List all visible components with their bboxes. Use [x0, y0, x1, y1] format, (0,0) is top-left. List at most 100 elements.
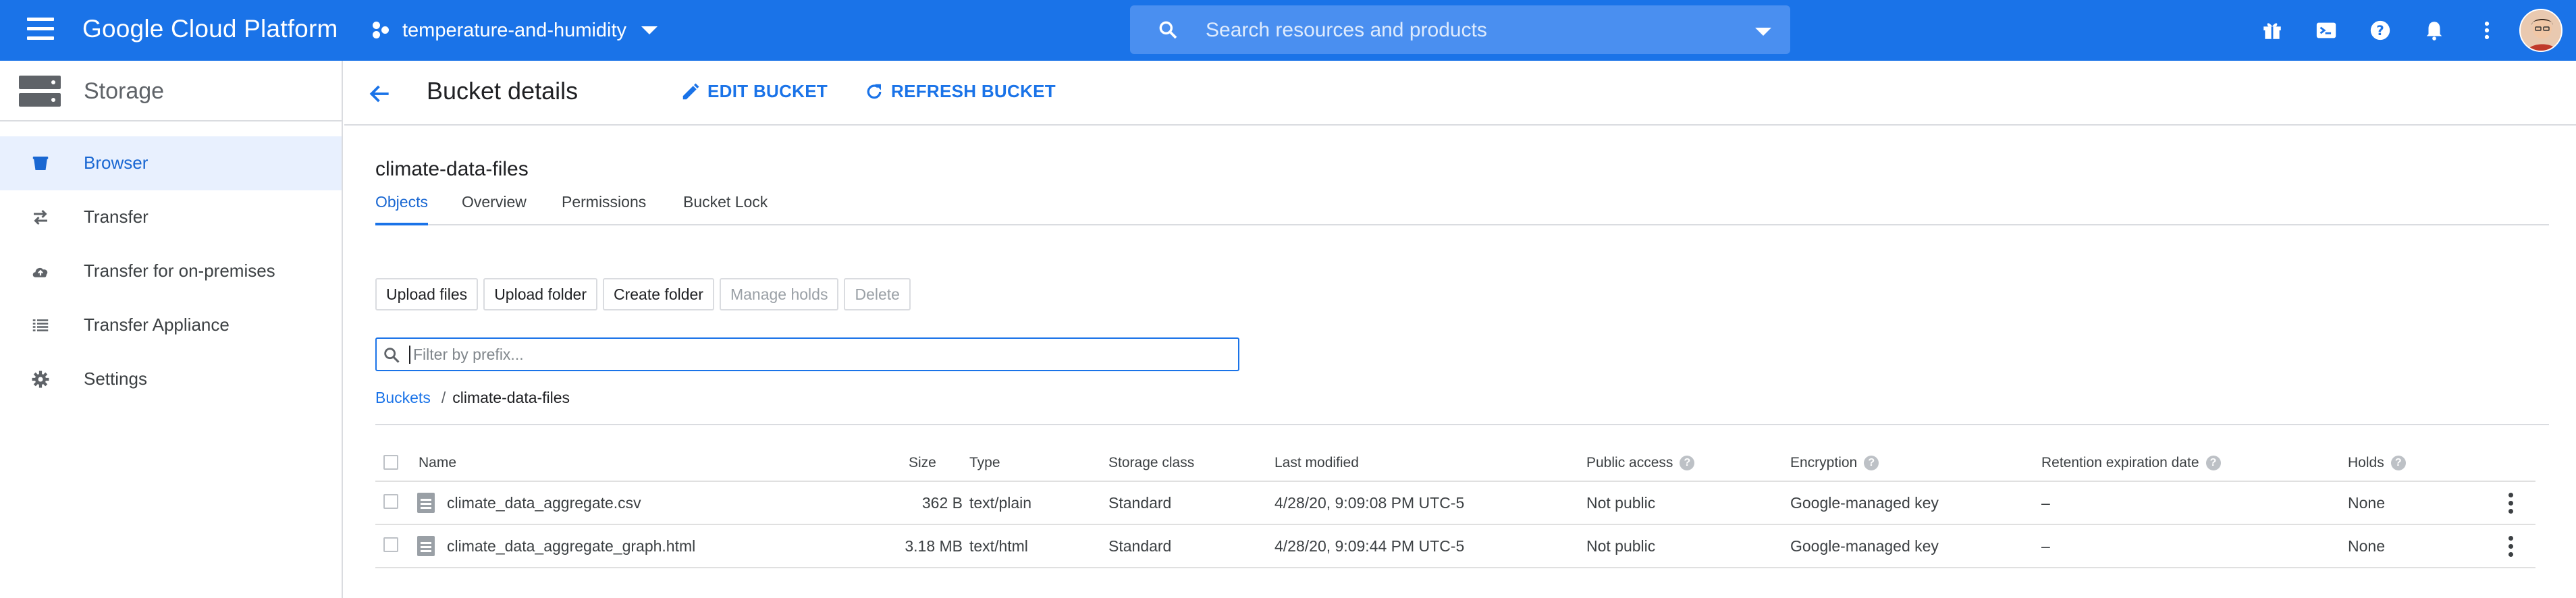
search-bar[interactable]: Search resources and products	[1130, 5, 1790, 54]
object-encryption: Google-managed key	[1790, 537, 1939, 555]
table-header-row: Name Size Type Storage class Last modifi…	[375, 447, 2535, 482]
more-vert-icon[interactable]	[2472, 16, 2502, 45]
column-label: Encryption	[1790, 455, 1858, 470]
object-public-access: Not public	[1586, 494, 1656, 512]
object-retention: –	[2041, 494, 2050, 512]
upload-files-button[interactable]: Upload files	[375, 278, 479, 310]
sidebar-item-label: Settings	[84, 369, 147, 389]
object-toolbar: Upload files Upload folder Create folder…	[375, 278, 916, 310]
sidebar-item-label: Browser	[84, 153, 149, 173]
filter-placeholder: Filter by prefix...	[409, 346, 524, 364]
brand-title[interactable]: Google Cloud Platform	[82, 15, 338, 43]
tab-overview[interactable]: Overview	[462, 193, 527, 225]
file-icon	[417, 536, 435, 556]
help-icon[interactable]: ?	[1864, 456, 1879, 471]
cloud-shell-icon[interactable]	[2311, 16, 2341, 45]
help-icon[interactable]: ?	[2365, 16, 2395, 45]
search-dropdown-icon[interactable]	[1755, 28, 1771, 36]
edit-bucket-label: EDIT BUCKET	[707, 81, 828, 101]
bucket-icon	[30, 153, 51, 174]
sidebar-title: Storage	[84, 78, 165, 104]
back-arrow-icon[interactable]	[367, 81, 393, 107]
breadcrumb-current: climate-data-files	[452, 389, 570, 406]
breadcrumb-separator: /	[441, 389, 446, 406]
tab-permissions[interactable]: Permissions	[562, 193, 646, 225]
gift-icon[interactable]	[2257, 16, 2287, 45]
sidebar-item-settings[interactable]: Settings	[0, 352, 342, 406]
column-label: Holds	[2348, 455, 2384, 470]
object-retention: –	[2041, 537, 2050, 555]
filter-input[interactable]: Filter by prefix...	[375, 337, 1239, 371]
breadcrumb-buckets-link[interactable]: Buckets	[375, 389, 431, 407]
object-size: 3.18 MB	[905, 537, 963, 555]
sidebar: Storage Browser Transfer Transfer for on…	[0, 61, 343, 598]
sidebar-item-label: Transfer	[84, 207, 149, 227]
tab-bar: Objects Overview Permissions Bucket Lock	[375, 193, 2549, 225]
row-checkbox[interactable]	[383, 494, 398, 509]
sidebar-item-browser[interactable]: Browser	[0, 136, 342, 190]
object-last-modified: 4/28/20, 9:09:44 PM UTC-5	[1274, 537, 1465, 555]
help-icon[interactable]: ?	[1680, 456, 1695, 471]
sidebar-item-label: Transfer for on-premises	[84, 261, 275, 281]
search-icon	[384, 348, 400, 363]
column-header-encryption[interactable]: Encryption?	[1790, 455, 1879, 471]
svg-text:?: ?	[2376, 23, 2384, 38]
refresh-icon	[867, 84, 882, 99]
transfer-icon	[30, 207, 51, 228]
gear-icon	[30, 369, 51, 390]
tab-bucket-lock[interactable]: Bucket Lock	[683, 193, 768, 225]
top-app-bar: Google Cloud Platform temperature-and-hu…	[0, 0, 2576, 61]
column-header-name[interactable]: Name	[419, 455, 456, 471]
column-label: Retention expiration date	[2041, 455, 2199, 470]
column-header-type[interactable]: Type	[969, 455, 1000, 471]
object-name-link[interactable]: climate_data_aggregate_graph.html	[447, 537, 695, 555]
row-checkbox[interactable]	[383, 537, 398, 552]
upload-folder-button[interactable]: Upload folder	[483, 278, 597, 310]
column-header-last-modified[interactable]: Last modified	[1274, 455, 1359, 471]
manage-holds-button[interactable]: Manage holds	[719, 278, 839, 310]
tab-objects[interactable]: Objects	[375, 193, 428, 225]
object-storage-class: Standard	[1108, 537, 1172, 555]
sidebar-item-transfer-appliance[interactable]: Transfer Appliance	[0, 298, 342, 352]
table-row[interactable]: climate_data_aggregate_graph.html 3.18 M…	[375, 525, 2535, 568]
notifications-icon[interactable]	[2419, 16, 2449, 45]
project-selector[interactable]: temperature-and-humidity	[373, 15, 658, 46]
delete-button[interactable]: Delete	[844, 278, 911, 310]
object-last-modified: 4/28/20, 9:09:08 PM UTC-5	[1274, 494, 1465, 512]
chevron-down-icon	[641, 26, 658, 34]
help-icon[interactable]: ?	[2205, 456, 2221, 471]
column-header-storage-class[interactable]: Storage class	[1108, 455, 1194, 471]
column-header-public-access[interactable]: Public access?	[1586, 455, 1695, 471]
cloud-upload-icon	[30, 261, 51, 282]
table-row[interactable]: climate_data_aggregate.csv 362 B text/pl…	[375, 482, 2535, 525]
avatar[interactable]	[2519, 9, 2562, 52]
object-encryption: Google-managed key	[1790, 494, 1939, 512]
object-size: 362 B	[921, 494, 963, 512]
object-holds: None	[2348, 494, 2385, 512]
sidebar-item-transfer-on-premises[interactable]: Transfer for on-premises	[0, 244, 342, 298]
object-name-link[interactable]: climate_data_aggregate.csv	[447, 494, 641, 512]
column-header-size[interactable]: Size	[909, 455, 936, 471]
project-icon	[373, 22, 390, 39]
sidebar-item-transfer[interactable]: Transfer	[0, 190, 342, 244]
project-name: temperature-and-humidity	[402, 19, 627, 41]
column-label: Public access	[1586, 455, 1673, 470]
file-icon	[417, 493, 435, 513]
create-folder-button[interactable]: Create folder	[603, 278, 714, 310]
more-vert-icon[interactable]	[2508, 493, 2514, 514]
refresh-bucket-button[interactable]: REFRESH BUCKET	[864, 81, 1056, 102]
bucket-name: climate-data-files	[375, 158, 529, 180]
column-header-holds[interactable]: Holds?	[2348, 455, 2406, 471]
more-vert-icon[interactable]	[2508, 536, 2514, 558]
select-all-checkbox[interactable]	[383, 455, 398, 470]
page-title: Bucket details	[427, 77, 579, 105]
help-icon[interactable]: ?	[2390, 456, 2406, 471]
menu-icon[interactable]	[27, 18, 54, 42]
column-header-retention[interactable]: Retention expiration date?	[2041, 455, 2221, 471]
object-type: text/plain	[969, 494, 1032, 512]
pencil-icon	[682, 83, 699, 99]
storage-icon	[19, 76, 61, 107]
edit-bucket-button[interactable]: EDIT BUCKET	[680, 81, 828, 102]
object-storage-class: Standard	[1108, 494, 1172, 512]
search-input[interactable]: Search resources and products	[1206, 19, 1487, 42]
